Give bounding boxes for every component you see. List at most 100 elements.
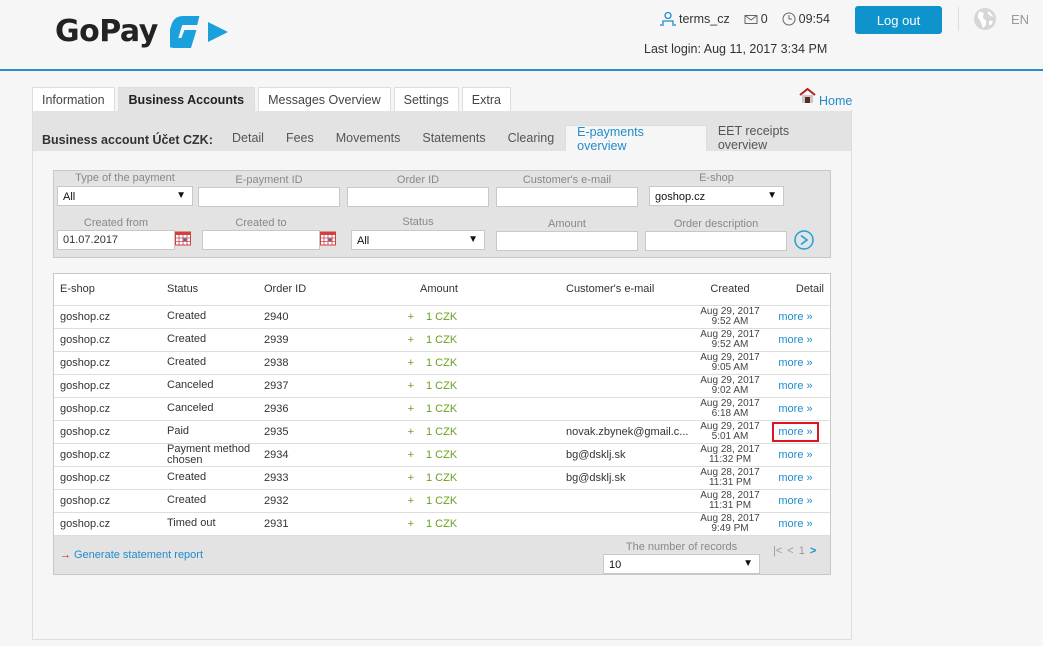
created-from-label: Created from <box>83 217 149 229</box>
more-link[interactable]: more » <box>772 307 818 327</box>
tab-business-accounts[interactable]: Business Accounts <box>117 87 256 111</box>
header-divider <box>958 7 959 31</box>
logout-button[interactable]: Log out <box>855 6 942 34</box>
records-per-page-select[interactable]: 10 ▼ <box>603 554 760 574</box>
table-row: goshop.cz Payment method chosen 2934 +1 CZK… <box>54 443 830 467</box>
chevron-down-icon: ▼ <box>468 234 478 245</box>
tab-settings[interactable]: Settings <box>393 87 459 111</box>
cell-eshop: goshop.cz <box>54 443 161 467</box>
subtab-eet-receipts-overview[interactable]: EET receipts overview <box>707 124 851 152</box>
subtab-e-payments-overview[interactable]: E-payments overview <box>565 125 707 153</box>
language-selector[interactable]: EN <box>1011 12 1029 27</box>
status-select[interactable]: All ▼ <box>351 230 485 250</box>
cell-detail: more » <box>765 397 830 421</box>
col-status[interactable]: Status <box>161 274 258 306</box>
table-row: goshop.cz Paid 2935 +1 CZK novak.zbynek@gmai… <box>54 420 830 444</box>
created-time: 11:31 PM <box>708 499 752 511</box>
subtab-fees[interactable]: Fees <box>275 125 325 151</box>
subtab-movements[interactable]: Movements <box>325 125 412 151</box>
header: GoPay terms_cz 0 09:54 Log out EN Last l… <box>0 0 1043 71</box>
prev-page-icon[interactable]: < <box>787 545 793 557</box>
chevron-down-icon: ▼ <box>743 558 753 569</box>
payment-type-field: Type of the payment All ▼ <box>57 172 193 206</box>
status-label: Status <box>402 216 434 228</box>
col-eshop[interactable]: E-shop <box>54 274 161 306</box>
table-row: goshop.cz Timed out 2931 +1 CZK Aug 28, 2017… <box>54 512 830 536</box>
first-page-icon[interactable]: |< <box>773 545 782 557</box>
tab-information[interactable]: Information <box>32 87 115 111</box>
cell-eshop: goshop.cz <box>54 466 161 490</box>
cell-customer-email <box>560 351 695 375</box>
table-header-row: E-shop Status Order ID Amount Customer's… <box>54 274 830 306</box>
col-order-id[interactable]: Order ID <box>258 274 368 306</box>
messages-count: 0 <box>760 12 768 26</box>
cell-created: Aug 28, 2017 11:31 PM <box>695 489 765 513</box>
more-link[interactable]: more » <box>772 421 819 442</box>
cell-customer-email: bg@dsklj.sk <box>560 466 695 490</box>
more-link[interactable]: more » <box>772 399 818 419</box>
cell-detail: more » <box>765 351 830 375</box>
eshop-select[interactable]: goshop.cz ▼ <box>649 186 784 206</box>
search-submit-button[interactable] <box>794 230 814 253</box>
order-id-input[interactable] <box>347 187 489 207</box>
customer-email-input[interactable] <box>496 187 638 207</box>
created-date: Aug 28, 2017 <box>700 443 760 455</box>
more-link[interactable]: more » <box>772 445 818 465</box>
col-customer-email[interactable]: Customer's e-mail <box>560 274 695 306</box>
cell-detail: more » <box>765 420 830 444</box>
messages-link[interactable]: 0 <box>744 12 768 26</box>
generate-statement-report-label: Generate statement report <box>74 549 204 561</box>
cell-status: Created <box>161 489 258 513</box>
eshop-value: goshop.cz <box>655 191 706 203</box>
calendar-icon[interactable] <box>175 231 191 249</box>
created-time: 9:52 AM <box>711 315 749 327</box>
user-area: terms_cz 0 09:54 <box>660 11 844 27</box>
globe-icon[interactable] <box>973 7 997 34</box>
created-date: Aug 28, 2017 <box>700 466 760 478</box>
epayment-id-input[interactable] <box>198 187 340 207</box>
tab-extra[interactable]: Extra <box>461 87 511 111</box>
home-link[interactable]: Home <box>799 88 852 108</box>
cell-created: Aug 29, 2017 6:18 AM <box>695 397 765 421</box>
next-page-icon[interactable]: > <box>810 545 816 557</box>
order-description-input[interactable] <box>645 231 787 251</box>
pagination: |< < 1 > <box>773 545 821 557</box>
cell-amount: 1 CZK <box>420 489 560 513</box>
account-title: Business account Účet CZK: <box>42 133 213 147</box>
col-amount[interactable]: Amount <box>420 274 560 306</box>
gopay-logo[interactable]: GoPay <box>55 12 236 50</box>
amount-label: Amount <box>548 218 586 230</box>
cell-status: Created <box>161 466 258 490</box>
col-created[interactable]: Created <box>695 274 765 306</box>
amount-input[interactable] <box>496 231 638 251</box>
cell-order-id: 2935 <box>258 420 368 444</box>
payment-type-value: All <box>63 191 76 203</box>
cell-order-id: 2937 <box>258 374 368 398</box>
created-to-input[interactable] <box>202 230 320 250</box>
cell-amount: 1 CZK <box>420 512 560 536</box>
cell-created: Aug 28, 2017 11:32 PM <box>695 443 765 467</box>
created-date: Aug 29, 2017 <box>700 374 760 386</box>
subtab-detail[interactable]: Detail <box>221 125 275 151</box>
more-link[interactable]: more » <box>772 376 818 396</box>
payment-type-select[interactable]: All ▼ <box>57 186 193 206</box>
cell-amount: 1 CZK <box>420 466 560 490</box>
created-from-input[interactable] <box>57 230 175 250</box>
user-link[interactable]: terms_cz <box>660 11 730 27</box>
calendar-icon[interactable] <box>320 231 336 249</box>
more-link[interactable]: more » <box>772 330 818 350</box>
generate-statement-report-link[interactable]: → Generate statement report <box>60 549 203 561</box>
epayment-id-label: E-payment ID <box>235 174 303 186</box>
created-time: 5:01 AM <box>711 430 749 442</box>
tab-messages-overview[interactable]: Messages Overview <box>258 87 391 111</box>
subtab-statements[interactable]: Statements <box>411 125 496 151</box>
more-link[interactable]: more » <box>772 491 818 511</box>
table-row: goshop.cz Canceled 2936 +1 CZK Aug 29, 2017 6… <box>54 397 830 421</box>
status-value: All <box>357 235 370 247</box>
more-link[interactable]: more » <box>772 514 818 534</box>
more-link[interactable]: more » <box>772 353 818 373</box>
subtab-clearing[interactable]: Clearing <box>497 125 566 151</box>
envelope-icon <box>744 14 758 24</box>
more-link[interactable]: more » <box>772 468 818 488</box>
gopay-g-icon <box>169 12 236 50</box>
